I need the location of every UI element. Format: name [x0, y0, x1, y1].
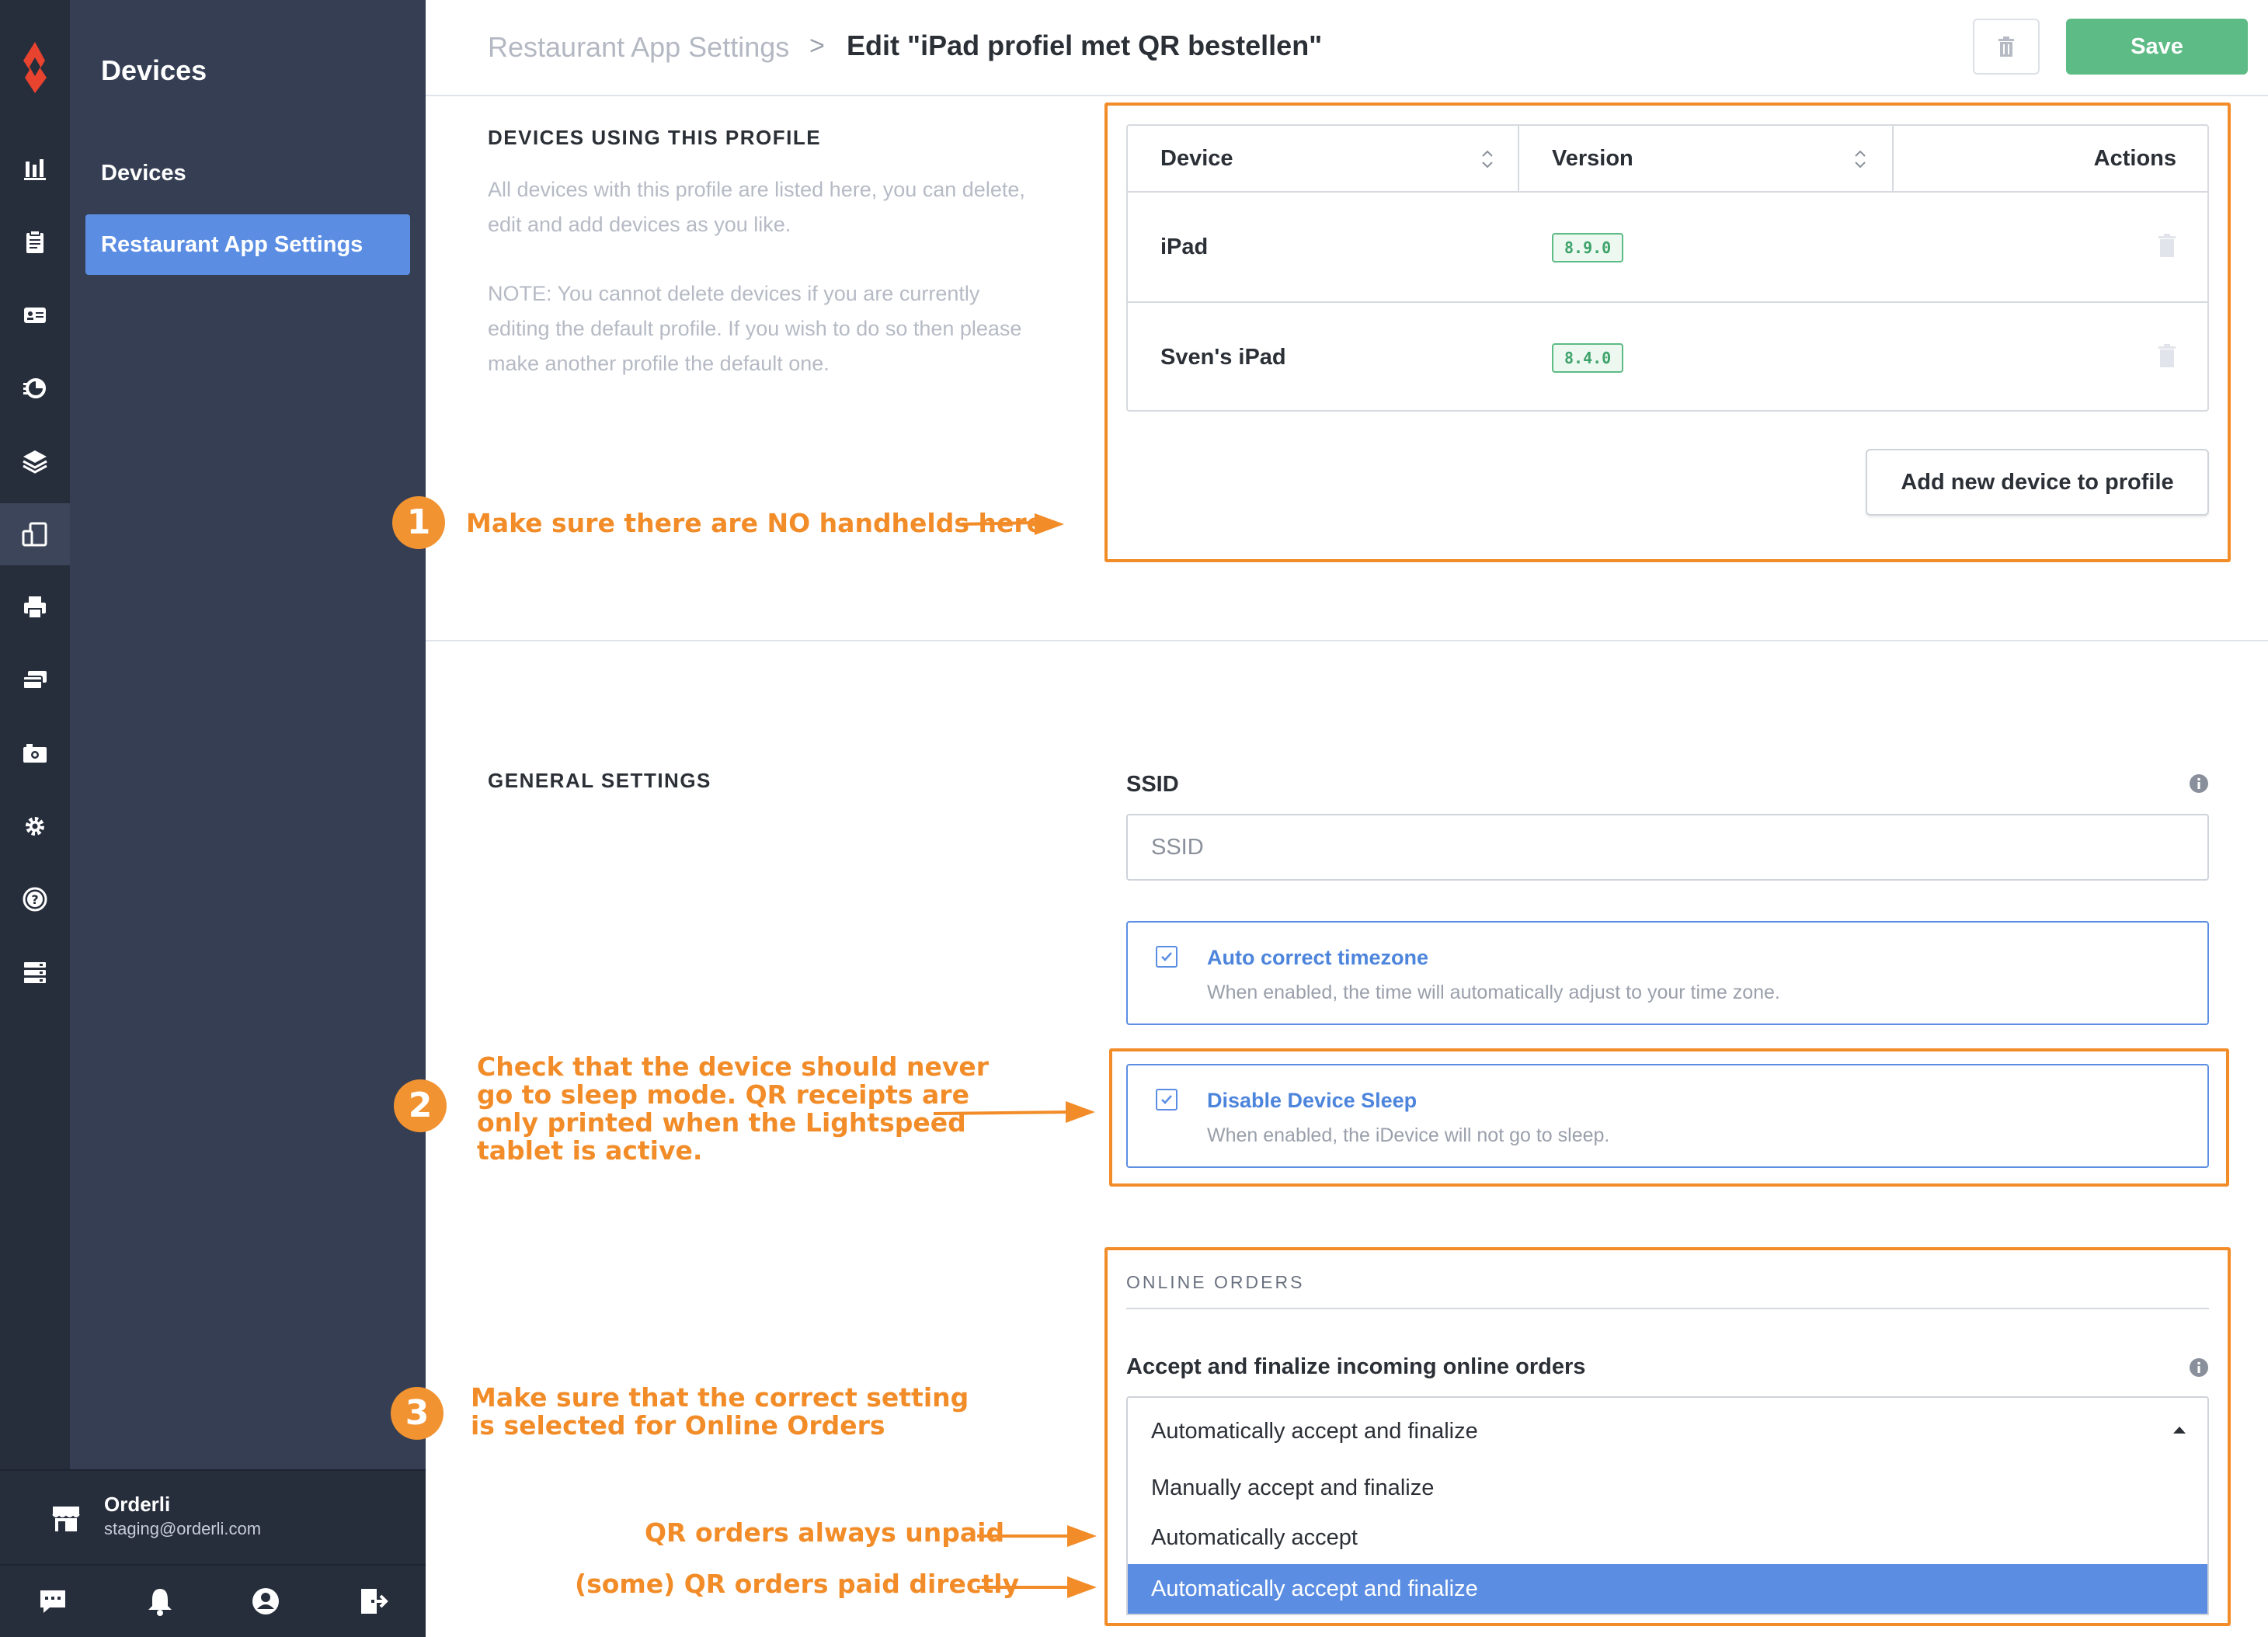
section-divider: [426, 640, 2268, 641]
save-button[interactable]: Save: [2066, 19, 2248, 75]
annotation-badge-3: 3: [391, 1387, 444, 1440]
ssid-input[interactable]: [1126, 814, 2209, 881]
general-section-title: GENERAL SETTINGS: [488, 769, 711, 792]
icon-rail: ?: [0, 0, 70, 1469]
devices-icon[interactable]: [0, 503, 70, 565]
annotation-arrow-icon: [933, 1101, 1095, 1123]
sidebar-title: Devices: [101, 54, 207, 86]
annotation-text-2: Check that the device should never go to…: [477, 1051, 990, 1166]
highlight-devices-table: [1104, 103, 2231, 562]
info-icon[interactable]: [2189, 773, 2209, 794]
store-icon: [52, 1507, 80, 1531]
cards-icon[interactable]: [0, 649, 70, 711]
auto-timezone-description: When enabled, the time will automaticall…: [1207, 982, 1780, 1003]
id-card-icon[interactable]: [0, 284, 70, 346]
sidebar-item-restaurant-app-settings[interactable]: Restaurant App Settings: [85, 214, 410, 275]
annotation-arrow-icon: [961, 513, 1064, 535]
annotation-arrow-icon: [977, 1576, 1097, 1598]
clipboard-icon[interactable]: [0, 211, 70, 273]
footer-toolbar: [0, 1564, 426, 1637]
sidebar-nav: Devices Devices Restaurant App Settings: [70, 0, 426, 1469]
cash-register-icon[interactable]: [0, 722, 70, 784]
ssid-label: SSID: [1126, 772, 1179, 797]
annotation-text-unpaid: QR orders always unpaid: [645, 1517, 1005, 1548]
annotation-badge-1: 1: [392, 496, 445, 549]
lightspeed-logo-icon: [23, 42, 47, 93]
bell-icon[interactable]: [141, 1583, 179, 1620]
annotation-text-paid-directly: (some) QR orders paid directly: [575, 1569, 1020, 1599]
highlight-online-orders: [1104, 1247, 2231, 1626]
reports-icon[interactable]: [0, 138, 70, 200]
help-icon[interactable]: ?: [0, 868, 70, 930]
svg-text:?: ?: [31, 892, 38, 907]
page-title: Edit "iPad profiel met QR bestellen": [847, 30, 1323, 61]
breadcrumb-separator: >: [809, 31, 825, 61]
auto-timezone-title: Auto correct timezone: [1207, 946, 1429, 969]
auto-timezone-checkbox[interactable]: [1156, 946, 1177, 968]
page-header: Restaurant App Settings > Edit "iPad pro…: [426, 0, 2268, 96]
devices-section-description: All devices with this profile are listed…: [488, 178, 1025, 236]
user-icon[interactable]: [247, 1583, 284, 1620]
chat-icon[interactable]: [34, 1583, 71, 1620]
sidebar-item-devices[interactable]: Devices: [85, 143, 410, 203]
annotation-text-3: Make sure that the correct setting is se…: [471, 1382, 969, 1441]
annotation-arrow-icon: [977, 1525, 1097, 1547]
highlight-disable-sleep: [1109, 1048, 2229, 1187]
annotation-badge-2: 2: [394, 1079, 447, 1132]
account-name: Orderli: [104, 1493, 171, 1516]
breadcrumb-parent[interactable]: Restaurant App Settings: [488, 31, 789, 64]
devices-section-note: NOTE: You cannot delete devices if you a…: [488, 282, 1022, 375]
server-icon[interactable]: [0, 941, 70, 1003]
gear-icon[interactable]: [0, 795, 70, 857]
account-panel[interactable]: Orderli staging@orderli.com: [0, 1469, 426, 1564]
devices-section-title: DEVICES USING THIS PROFILE: [488, 126, 822, 149]
logout-icon[interactable]: [354, 1583, 391, 1620]
layers-icon[interactable]: [0, 430, 70, 492]
account-email: staging@orderli.com: [104, 1519, 262, 1538]
delete-profile-button[interactable]: [1973, 19, 2040, 75]
printer-icon[interactable]: [0, 576, 70, 638]
pie-history-icon[interactable]: [0, 357, 70, 419]
auto-timezone-option[interactable]: Auto correct timezone When enabled, the …: [1126, 921, 2209, 1025]
annotation-text-1: Make sure there are NO handhelds here: [466, 508, 1045, 538]
checkmark-icon: [1161, 952, 1172, 961]
trash-icon: [1998, 36, 2014, 57]
